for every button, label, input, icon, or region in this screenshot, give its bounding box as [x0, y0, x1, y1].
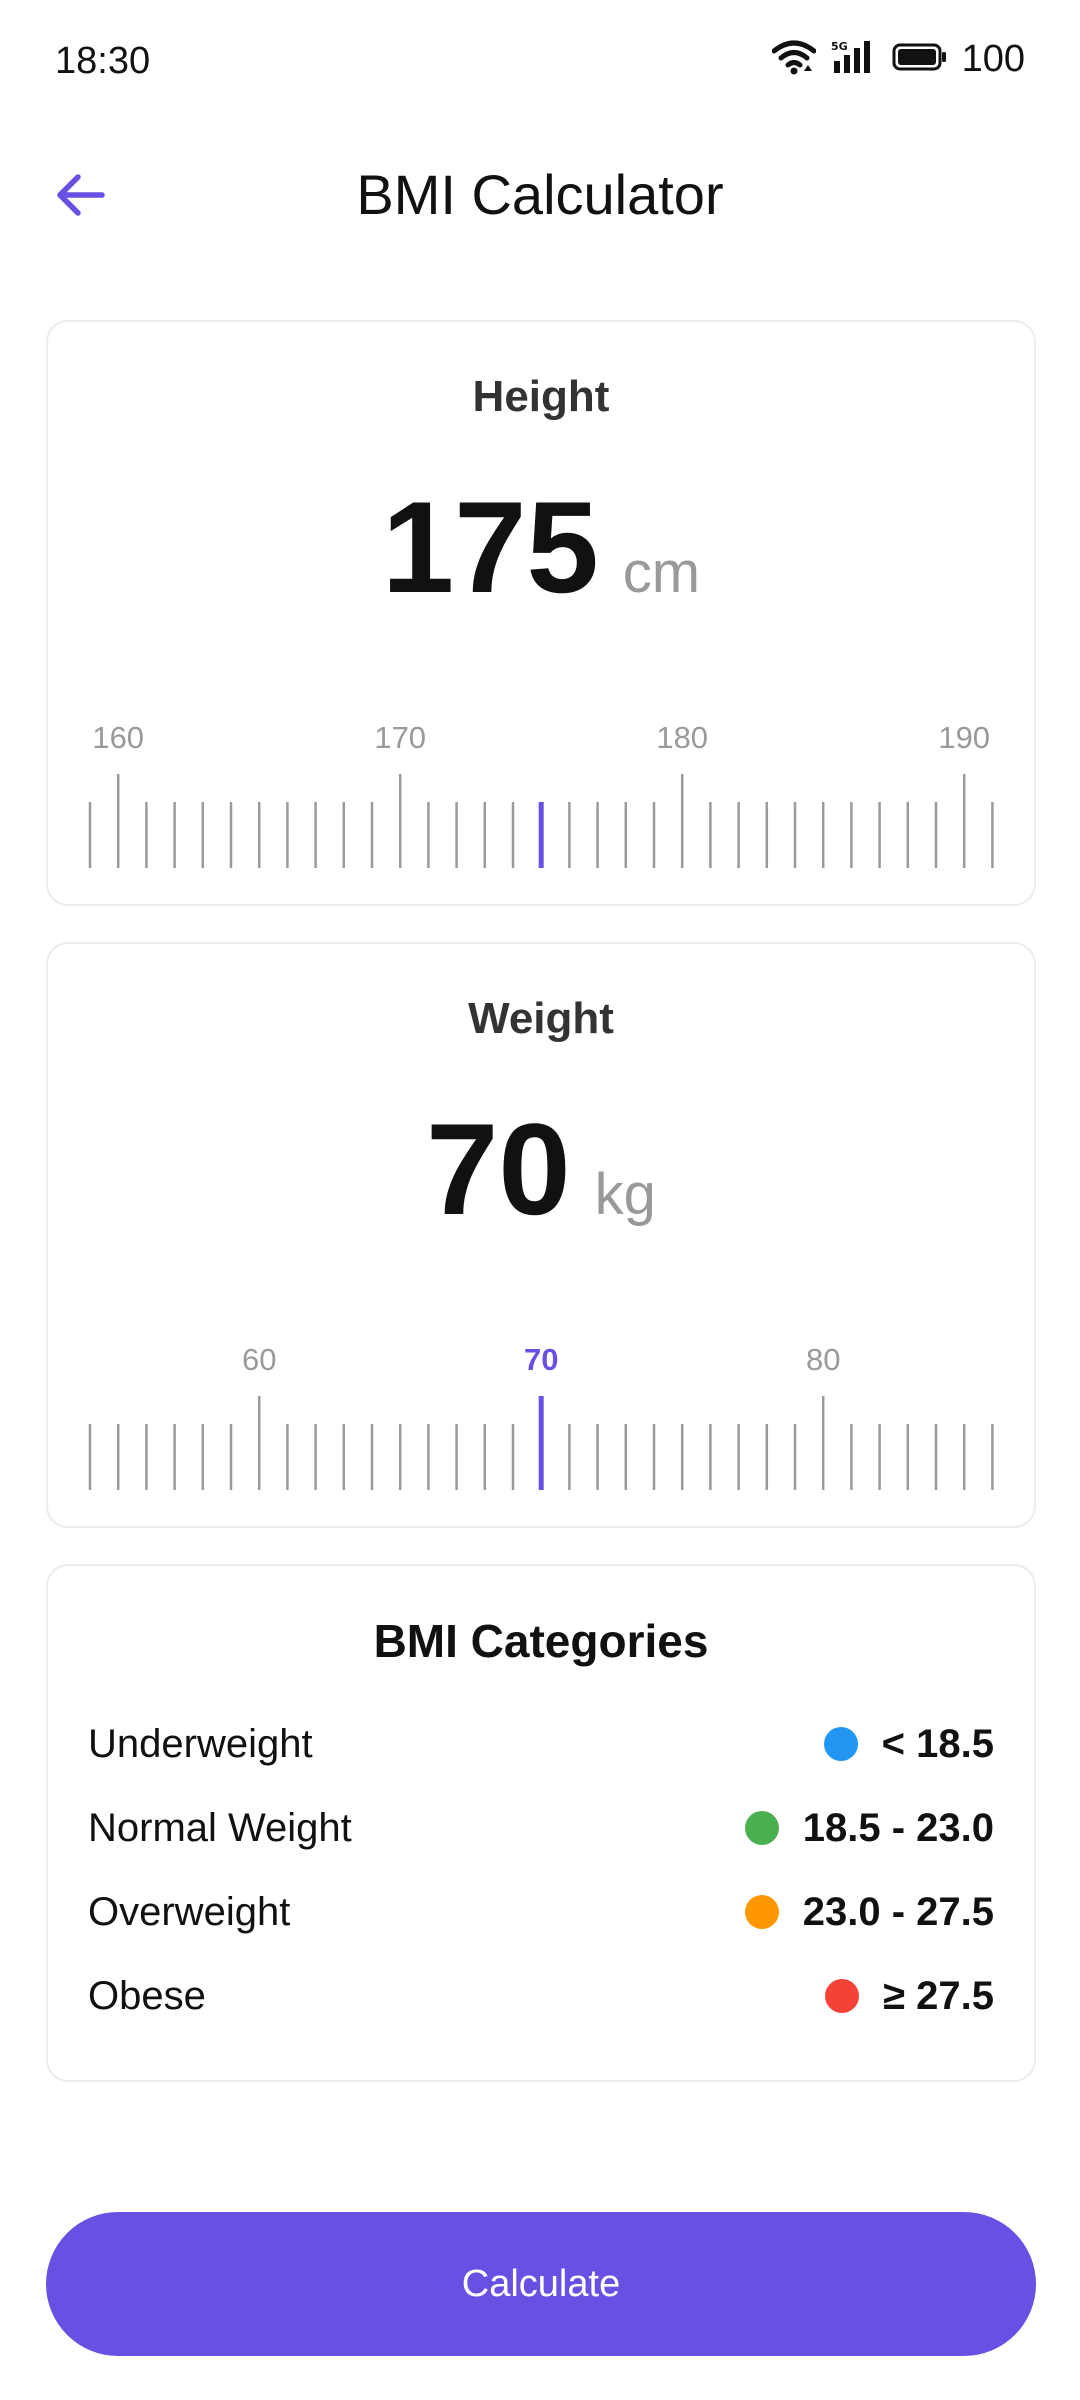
category-label: Overweight [88, 1889, 291, 1934]
battery-icon [892, 42, 948, 77]
height-ruler-label: 170 [374, 720, 426, 755]
category-range: ≥ 27.5 [883, 1973, 994, 2018]
category-label: Obese [88, 1973, 206, 2018]
category-value: 23.0 - 27.5 [744, 1889, 994, 1935]
category-value: < 18.5 [823, 1721, 994, 1767]
category-value: 18.5 - 23.0 [744, 1805, 994, 1851]
weight-ruler-label: 70 [524, 1342, 558, 1377]
status-dot-icon [825, 1979, 860, 2013]
height-card: Height 175 cm 160 170 180 190 [46, 320, 1036, 906]
height-ruler-label: 180 [656, 720, 708, 755]
status-time: 18:30 [55, 40, 151, 82]
weight-value-display: 70 kg [48, 1094, 1034, 1244]
battery-level: 100 [961, 38, 1025, 80]
category-range: < 18.5 [881, 1721, 994, 1766]
category-row-underweight: Underweight < 18.5 [88, 1714, 994, 1774]
height-ruler[interactable]: 160 170 180 190 [48, 692, 1034, 892]
page-title: BMI Calculator [356, 163, 724, 226]
weight-ruler-label: 60 [242, 1342, 276, 1377]
status-dot-icon [823, 1727, 858, 1761]
weight-value: 70 [426, 1096, 571, 1242]
weight-ruler-label: 80 [806, 1342, 840, 1377]
category-range: 18.5 - 23.0 [802, 1805, 994, 1850]
category-label: Underweight [88, 1721, 313, 1766]
status-dot-icon [744, 1895, 779, 1929]
status-icons: 5G 100 [771, 38, 1025, 81]
status-dot-icon [744, 1811, 779, 1845]
wifi-icon [771, 39, 817, 80]
category-label: Normal Weight [88, 1805, 352, 1850]
weight-unit: kg [594, 1162, 656, 1227]
calculate-label: Calculate [461, 2262, 621, 2305]
status-bar: 18:30 5G 100 [0, 0, 1080, 120]
bmi-categories-card: BMI Categories Underweight < 18.5 Normal… [46, 1564, 1036, 2082]
height-value: 175 [381, 474, 599, 620]
calculate-button[interactable]: Calculate [46, 2212, 1036, 2356]
category-value: ≥ 27.5 [825, 1974, 994, 2019]
app-bar: BMI Calculator [0, 140, 1080, 250]
network-label: 5G [831, 40, 848, 53]
categories-title: BMI Categories [373, 1615, 709, 1667]
weight-title: Weight [468, 994, 614, 1043]
weight-ruler[interactable]: 60 70 80 [48, 1314, 1034, 1514]
category-row-normal: Normal Weight 18.5 - 23.0 [88, 1798, 994, 1858]
height-unit: cm [622, 540, 701, 605]
category-row-overweight: Overweight 23.0 - 27.5 [88, 1882, 994, 1942]
height-title: Height [472, 372, 610, 421]
category-range: 23.0 - 27.5 [802, 1889, 994, 1934]
height-value-display: 175 cm [48, 472, 1034, 622]
weight-card: Weight 70 kg 60 70 80 [46, 942, 1036, 1528]
height-ruler-label: 160 [92, 720, 144, 755]
category-row-obese: Obese ≥ 27.5 [88, 1966, 994, 2026]
signal-icon: 5G [830, 39, 878, 80]
height-ruler-label: 190 [938, 720, 990, 755]
